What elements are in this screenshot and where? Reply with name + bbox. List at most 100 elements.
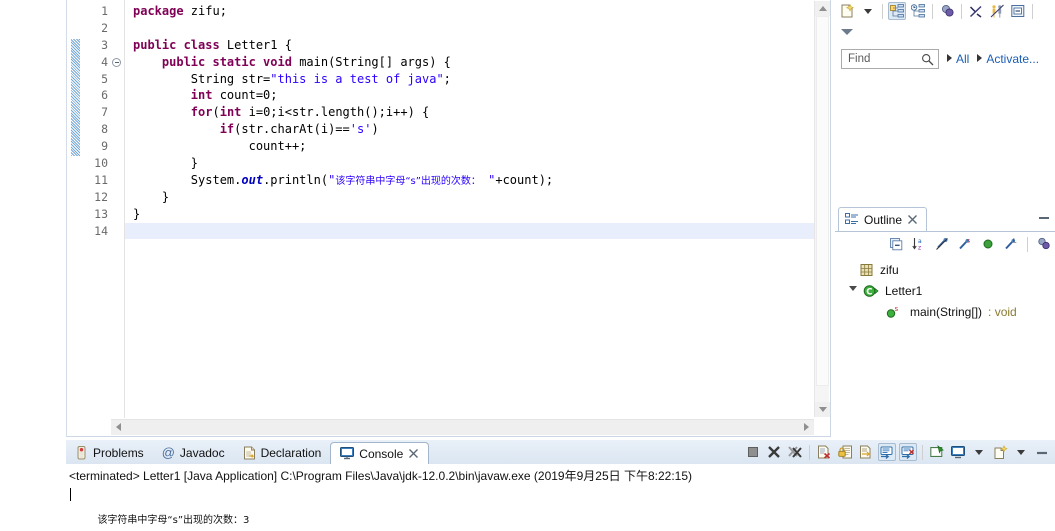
tab-problems-label: Problems <box>93 445 144 460</box>
dropdown-arrow-icon[interactable] <box>859 2 877 20</box>
all-link-wrapper[interactable]: All <box>947 50 969 68</box>
compare-icon[interactable] <box>988 2 1006 20</box>
minimize-icon[interactable] <box>1033 443 1051 461</box>
tab-problems[interactable]: Problems <box>66 441 153 464</box>
remove-launch-icon[interactable] <box>765 443 783 461</box>
code-token: } <box>133 206 141 221</box>
editor-vertical-scrollbar[interactable] <box>814 1 830 417</box>
activate-link-wrapper[interactable]: Activate... <box>977 50 1039 68</box>
show-console-on-error-icon[interactable] <box>899 443 917 461</box>
dropdown-arrow-icon[interactable] <box>970 443 988 461</box>
display-selected-console-icon[interactable] <box>949 443 967 461</box>
pin-console-icon[interactable] <box>928 443 946 461</box>
activate-link[interactable]: Activate... <box>986 52 1039 66</box>
tab-declaration[interactable]: Declaration <box>234 441 331 464</box>
close-icon[interactable] <box>408 448 419 459</box>
code-line[interactable]: String str="this is a test of java"; <box>125 71 815 88</box>
outline-tree-item[interactable]: s main(String[]) : void <box>835 301 1055 322</box>
code-line[interactable]: for(int i=0;i<str.length();i++) { <box>125 104 815 121</box>
outline-item-label: main(String[]) <box>910 304 983 319</box>
code-line[interactable]: package zifu; <box>125 3 815 20</box>
all-link[interactable]: All <box>956 52 969 66</box>
hide-static-icon[interactable]: s <box>956 235 974 253</box>
code-line[interactable]: } <box>125 206 815 223</box>
code-token: +count); <box>495 172 554 187</box>
line-number: 13 <box>94 206 108 221</box>
code-line[interactable]: } <box>125 189 815 206</box>
dropdown-arrow-icon-2[interactable] <box>1012 443 1030 461</box>
close-icon[interactable] <box>907 214 918 225</box>
triangle-right-icon <box>947 54 952 62</box>
code-text-area[interactable]: package zifu; public class Letter1 { pub… <box>125 0 815 418</box>
search-input-wrapper[interactable]: Find <box>841 49 939 69</box>
minimize-icon[interactable] <box>1039 214 1049 219</box>
hide-local-types-icon[interactable]: L <box>1002 235 1020 253</box>
console-toolbar-separator-2 <box>922 444 923 460</box>
scroll-lock-icon[interactable] <box>836 443 854 461</box>
scroll-right-arrow[interactable] <box>799 420 814 435</box>
code-token: Letter1 { <box>226 37 292 52</box>
outline-item-label: Letter1 <box>885 283 923 298</box>
collapse-all-icon[interactable] <box>1009 2 1027 20</box>
fold-collapse-icon[interactable] <box>112 57 121 67</box>
hide-fields-icon[interactable] <box>979 235 997 253</box>
scroll-up-arrow[interactable] <box>815 1 830 16</box>
debug-icon[interactable] <box>938 2 956 20</box>
open-console-icon[interactable] <box>991 443 1009 461</box>
word-wrap-icon[interactable] <box>857 443 875 461</box>
code-line[interactable]: public static void main(String[] args) { <box>125 54 815 71</box>
code-line[interactable]: } <box>125 155 815 172</box>
terminate-icon[interactable] <box>744 443 762 461</box>
changed-lines-marker <box>71 39 80 156</box>
code-line[interactable]: if(str.charAt(i)=='s') <box>125 121 815 138</box>
scroll-down-arrow[interactable] <box>815 402 830 417</box>
search-icon[interactable] <box>921 53 934 66</box>
scroll-left-arrow[interactable] <box>111 420 126 435</box>
code-folding-gutter[interactable] <box>111 0 124 418</box>
vertical-scroll-thumb[interactable] <box>816 16 829 386</box>
show-history-icon[interactable] <box>909 2 927 20</box>
show-console-on-output-icon[interactable] <box>878 443 896 461</box>
console-tabstrip: Problems @ Javadoc Declaration Console <box>66 440 1055 465</box>
fold-row <box>111 20 124 37</box>
toolbar-separator-2 <box>932 3 933 19</box>
code-token: String str= <box>133 71 271 86</box>
console-output-text: 该字符串中字母“s”出现的次数：3 <box>66 484 1055 531</box>
tab-console[interactable]: Console <box>330 442 430 465</box>
outline-tree-item[interactable]: C Letter1 <box>835 280 1055 301</box>
console-body[interactable]: <terminated> Letter1 [Java Application] … <box>66 464 1055 531</box>
line-number: 5 <box>101 71 108 86</box>
remove-all-terminated-icon[interactable] <box>786 443 804 461</box>
show-hierarchy-icon[interactable] <box>888 2 906 20</box>
new-java-file-icon[interactable] <box>838 2 856 20</box>
collapse-all-icon[interactable] <box>887 235 905 253</box>
code-token: ) <box>371 122 379 137</box>
tab-outline[interactable]: Outline <box>838 207 928 231</box>
code-line[interactable]: int count=0; <box>125 87 815 104</box>
clear-console-icon[interactable] <box>815 443 833 461</box>
tab-javadoc[interactable]: @ Javadoc <box>153 441 234 464</box>
svg-text:s: s <box>895 305 899 313</box>
line-number: 6 <box>101 88 108 103</box>
fold-row <box>111 71 124 88</box>
code-line[interactable]: public class Letter1 { <box>125 37 815 54</box>
fold-row <box>111 206 124 223</box>
sort-alphabetically-icon[interactable]: a z <box>910 235 928 253</box>
fold-row[interactable] <box>111 54 124 71</box>
code-line[interactable]: System.out.println("该字符串中字母“s”出现的次数： "+c… <box>125 172 815 189</box>
view-menu-icon[interactable] <box>1035 235 1053 253</box>
editor-horizontal-scrollbar[interactable] <box>111 419 814 435</box>
code-token: for <box>190 105 213 120</box>
expand-arrow-icon[interactable] <box>849 286 857 295</box>
break-link-icon[interactable] <box>967 2 985 20</box>
search-input[interactable]: Find <box>848 53 870 65</box>
code-token: count=0; <box>219 88 278 103</box>
code-line[interactable] <box>125 20 815 37</box>
fold-row <box>111 138 124 155</box>
expand-caret-icon[interactable] <box>841 29 853 35</box>
outline-tree-item[interactable]: zifu <box>835 259 1055 280</box>
code-line[interactable]: count++; <box>125 138 815 155</box>
code-line[interactable] <box>125 222 815 240</box>
hide-non-public-icon[interactable] <box>933 235 951 253</box>
